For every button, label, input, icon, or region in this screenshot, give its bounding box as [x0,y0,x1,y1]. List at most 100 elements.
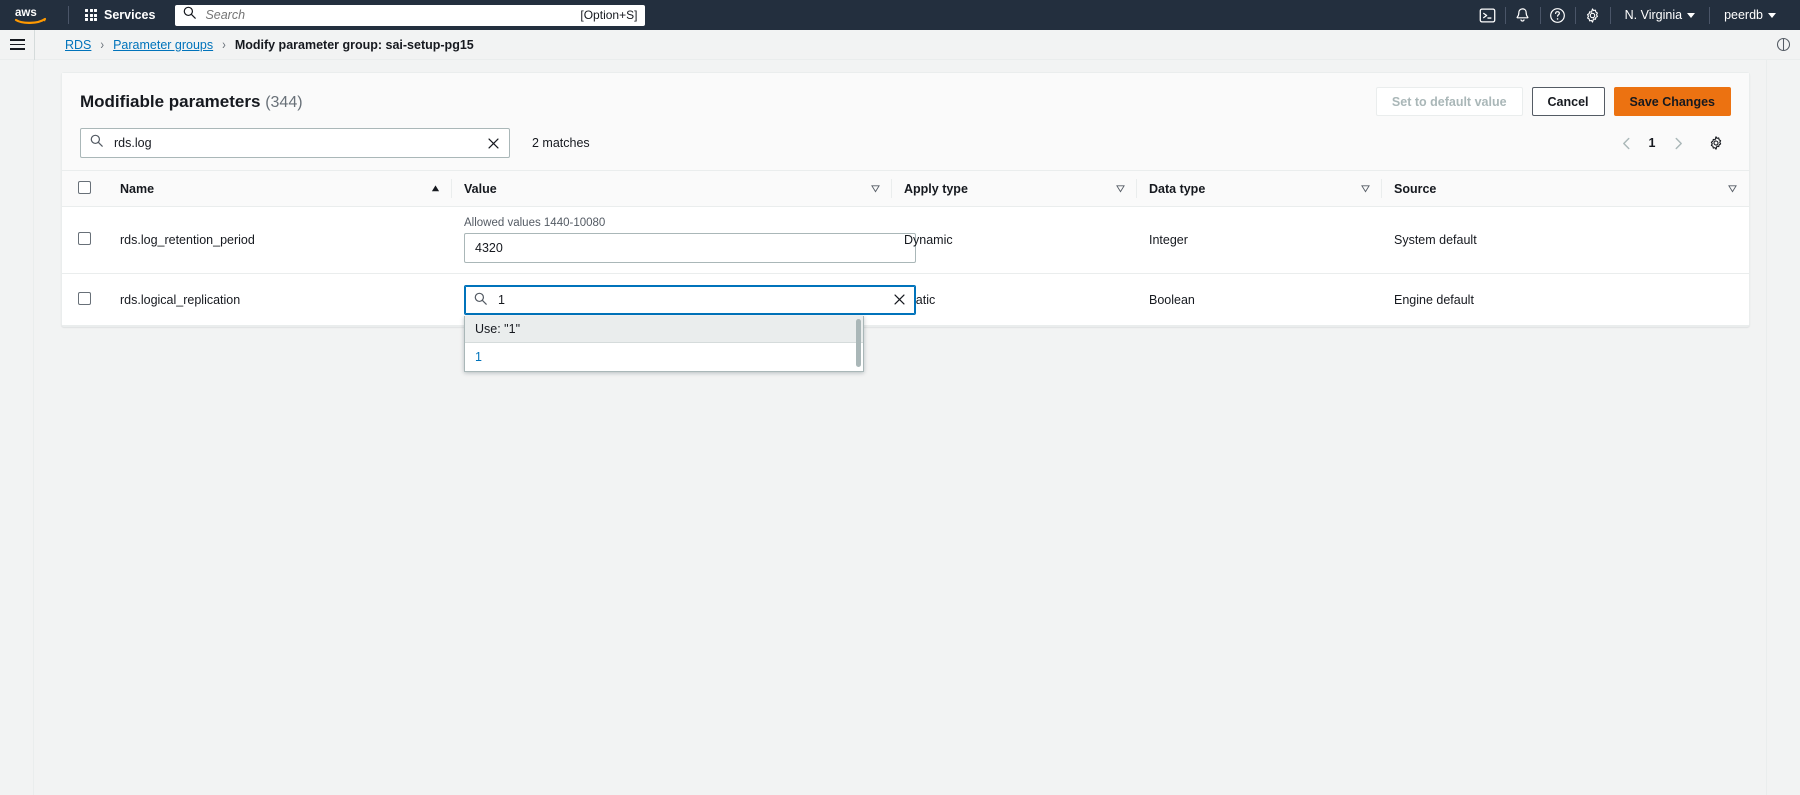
table-row: rds.logical_replication [62,274,1749,326]
parameter-value-input[interactable] [464,233,916,263]
account-label: peerdb [1724,8,1763,22]
select-all-checkbox[interactable] [78,181,91,194]
column-header-source[interactable]: Source [1382,171,1749,207]
row-checkbox[interactable] [78,292,91,305]
panel-actions: Set to default value Cancel Save Changes [1376,87,1731,116]
nav-divider [68,6,69,24]
clear-search-icon[interactable] [487,137,500,150]
region-label: N. Virginia [1625,8,1682,22]
services-menu-button[interactable]: Services [77,4,163,26]
match-count-label: 2 matches [532,136,590,150]
row-select-cell [62,207,108,274]
data-type-cell: Boolean [1137,274,1382,326]
value-combobox-wrapper: Use: "1" 1 [464,285,916,315]
search-icon [474,292,487,308]
search-icon [90,134,103,152]
filter-caret-icon[interactable] [1116,184,1137,193]
aws-logo-icon: aws [14,5,48,26]
data-type-cell: Integer [1137,207,1382,274]
parameter-search-input[interactable] [112,135,478,151]
breadcrumb: RDS › Parameter groups › Modify paramete… [35,38,474,52]
table-header: Name Value [62,171,1749,207]
apply-type-cell: Static [892,274,1137,326]
table-row: rds.log_retention_period Allowed values … [62,207,1749,274]
filter-caret-icon[interactable] [1361,184,1382,193]
grid-icon [85,9,97,21]
column-label-data-type: Data type [1149,182,1205,196]
column-header-apply-type[interactable]: Apply type [892,171,1137,207]
apply-type-cell: Dynamic [892,207,1137,274]
filter-caret-icon[interactable] [1728,184,1749,193]
chevron-right-icon: › [100,37,104,52]
search-icon [183,6,196,24]
pagination-page-1[interactable]: 1 [1643,136,1661,150]
right-rail [1766,60,1800,795]
page-title-text: Modifiable parameters [80,92,260,111]
hamburger-icon [10,39,25,50]
region-selector[interactable]: N. Virginia [1611,0,1709,30]
save-changes-button[interactable]: Save Changes [1614,87,1731,116]
row-checkbox[interactable] [78,232,91,245]
filter-row: 2 matches 1 [62,124,1749,170]
parameters-table: Name Value [62,170,1749,326]
dropdown-option-1[interactable]: 1 [465,343,863,371]
modifiable-parameters-panel: Modifiable parameters (344) Set to defau… [61,72,1750,327]
page-body: Modifiable parameters (344) Set to defau… [0,60,1800,795]
cancel-button[interactable]: Cancel [1532,87,1605,116]
clear-value-icon[interactable] [893,293,906,306]
chevron-right-icon: › [222,37,226,52]
bell-icon[interactable] [1506,0,1540,30]
dropdown-option-use-custom[interactable]: Use: "1" [465,316,863,343]
services-label: Services [104,8,155,22]
pagination-prev-button[interactable] [1613,130,1639,156]
column-label-name: Name [120,182,154,196]
dropdown-scrollbar[interactable] [856,319,861,367]
parameter-count: (344) [265,94,302,111]
parameter-search-box[interactable] [80,128,510,158]
breadcrumb-item-rds[interactable]: RDS [65,38,91,52]
global-search-box[interactable]: [Option+S] [175,5,645,26]
sort-ascending-icon[interactable] [431,184,452,193]
parameter-name-cell: rds.logical_replication [108,274,452,326]
top-nav-right-cluster: N. Virginia peerdb [1471,0,1790,30]
column-label-apply-type: Apply type [904,182,968,196]
sidebar-toggle-button[interactable] [0,30,34,59]
aws-logo[interactable]: aws [12,4,50,26]
column-header-name[interactable]: Name [108,171,452,207]
chevron-down-icon [1687,13,1695,18]
column-label-source: Source [1394,182,1436,196]
value-combobox[interactable] [464,285,916,315]
pagination-next-button[interactable] [1665,130,1691,156]
info-panel-toggle[interactable] [1766,37,1800,52]
global-search-input[interactable] [203,7,573,23]
left-rail [0,60,34,795]
column-label-value: Value [464,182,497,196]
account-menu[interactable]: peerdb [1710,0,1790,30]
select-all-header [62,171,108,207]
source-cell: System default [1382,207,1749,274]
column-header-value[interactable]: Value [452,171,892,207]
svg-text:aws: aws [15,7,37,19]
column-header-data-type[interactable]: Data type [1137,171,1382,207]
main-content: Modifiable parameters (344) Set to defau… [34,60,1766,795]
breadcrumb-bar: RDS › Parameter groups › Modify paramete… [0,30,1800,60]
parameter-name-cell: rds.log_retention_period [108,207,452,274]
parameter-value-cell: Allowed values 1440-10080 [452,207,892,274]
pagination: 1 [1613,130,1731,156]
set-to-default-value-button[interactable]: Set to default value [1376,87,1523,116]
cloudshell-icon[interactable] [1471,0,1505,30]
table-preferences-gear-icon[interactable] [1701,130,1731,156]
source-cell: Engine default [1382,274,1749,326]
filter-caret-icon[interactable] [871,184,892,193]
page-title: Modifiable parameters (344) [80,92,303,112]
chevron-down-icon [1768,13,1776,18]
value-dropdown-list: Use: "1" 1 [464,316,864,372]
breadcrumb-item-parameter-groups[interactable]: Parameter groups [113,38,213,52]
settings-icon[interactable] [1576,0,1610,30]
parameter-value-cell: Use: "1" 1 [452,274,892,326]
panel-header: Modifiable parameters (344) Set to defau… [62,73,1749,124]
table-header-row: Name Value [62,171,1749,207]
value-combobox-input[interactable] [496,292,884,308]
help-icon[interactable] [1541,0,1575,30]
breadcrumb-item-current: Modify parameter group: sai-setup-pg15 [235,38,474,52]
